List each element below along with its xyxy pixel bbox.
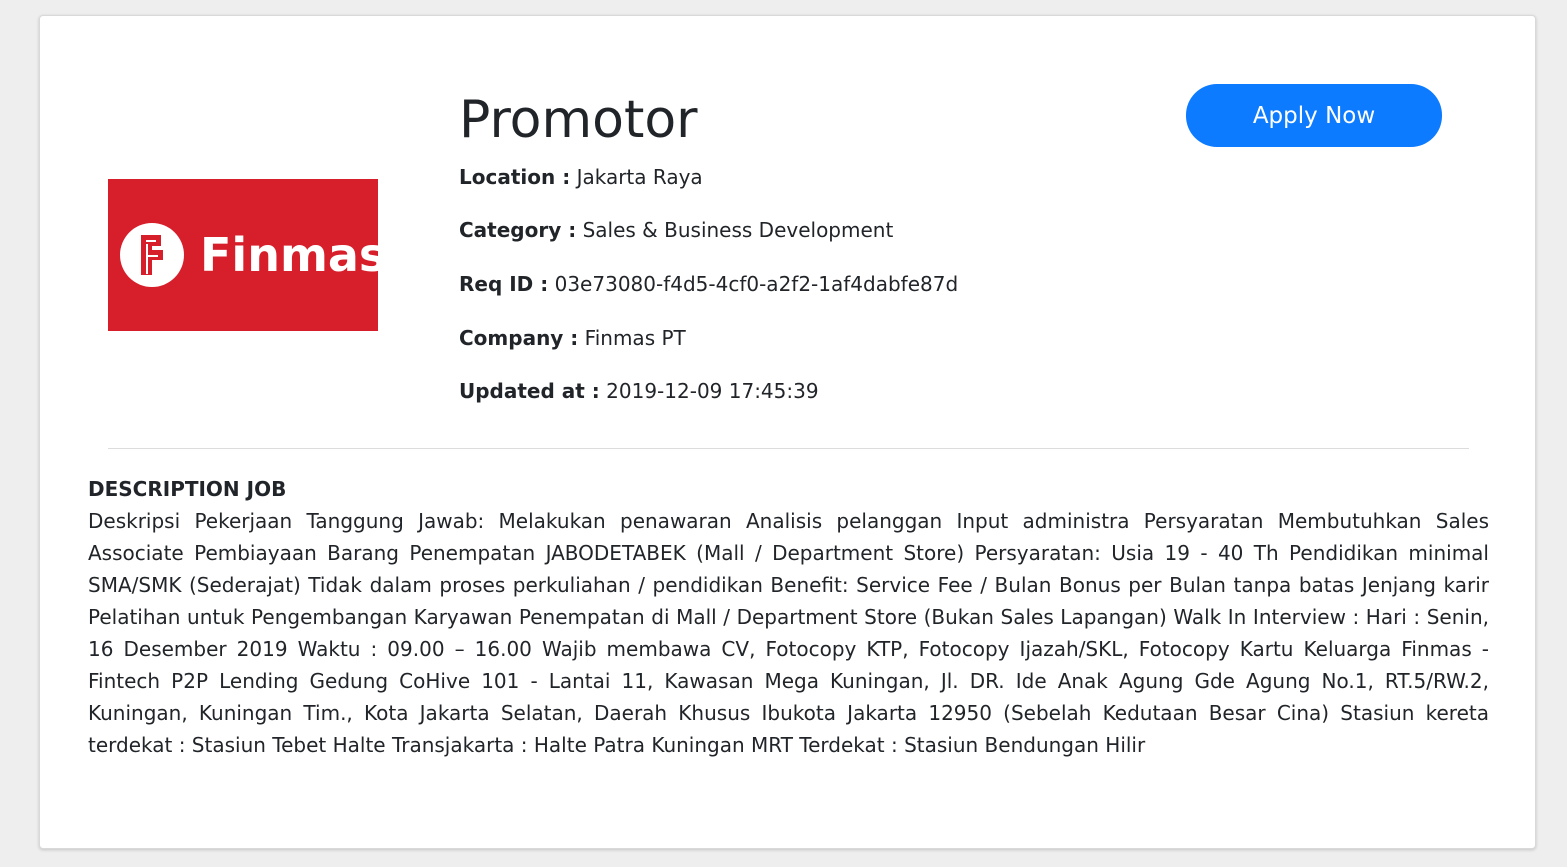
updated-value: 2019-12-09 17:45:39: [606, 379, 819, 403]
company-label: Company :: [459, 326, 579, 350]
company-row: Company : Finmas PT: [459, 325, 686, 351]
description-text: Deskripsi Pekerjaan Tanggung Jawab: Mela…: [88, 509, 1489, 757]
location-row: Location : Jakarta Raya: [459, 164, 703, 190]
category-value: Sales & Business Development: [582, 218, 894, 242]
req-id-row: Req ID : 03e73080-f4d5-4cf0-a2f2-1af4dab…: [459, 271, 958, 297]
job-detail-card: Finmas Promotor Apply Now Location : Jak…: [39, 15, 1536, 849]
finmas-logo-icon: [120, 223, 184, 287]
category-label: Category :: [459, 218, 577, 242]
apply-now-button[interactable]: Apply Now: [1186, 84, 1442, 147]
company-logo: Finmas: [108, 179, 386, 331]
description-heading: DESCRIPTION JOB: [88, 477, 287, 501]
req-id-value: 03e73080-f4d5-4cf0-a2f2-1af4dabfe87d: [554, 272, 959, 296]
section-divider: [108, 448, 1469, 449]
updated-label: Updated at :: [459, 379, 600, 403]
category-row: Category : Sales & Business Development: [459, 217, 893, 243]
location-value: Jakarta Raya: [576, 165, 703, 189]
updated-row: Updated at : 2019-12-09 17:45:39: [459, 378, 819, 404]
logo-wordmark: Finmas: [200, 228, 387, 282]
company-value: Finmas PT: [584, 326, 686, 350]
job-title: Promotor: [459, 90, 698, 150]
req-id-label: Req ID :: [459, 272, 549, 296]
location-label: Location :: [459, 165, 571, 189]
